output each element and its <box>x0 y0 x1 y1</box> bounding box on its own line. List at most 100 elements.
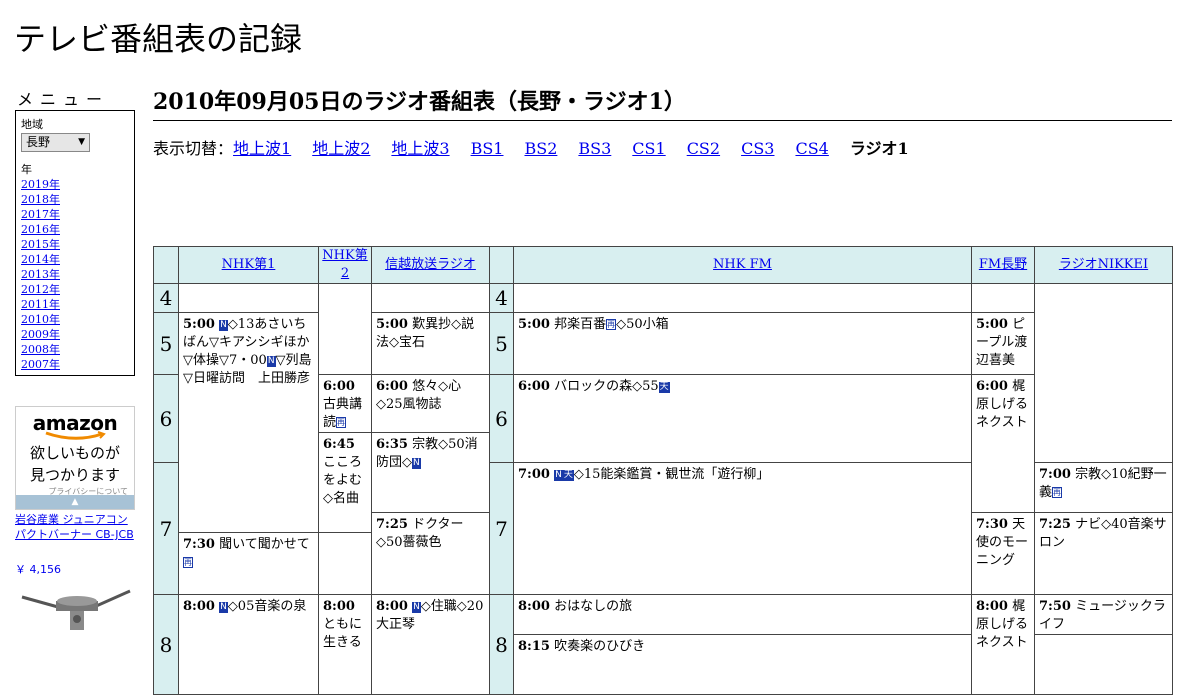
news-mark-icon: N <box>412 602 421 613</box>
switch-link-terrestrial-2[interactable]: 地上波2 <box>312 139 370 158</box>
program-cell[interactable]: 5:00 歎異抄◇説法◇宝石 <box>371 312 490 375</box>
program-cell[interactable]: 7:30 聞いて聞かせて再 <box>178 532 319 595</box>
program-cell[interactable]: 7:25 ナビ◇40音楽サロン <box>1034 512 1173 595</box>
channel-header-radio-nikkei[interactable]: ラジオNIKKEI <box>1034 246 1173 284</box>
year-link-2009[interactable]: 2009年 <box>21 327 134 342</box>
region-label: 地域 <box>21 118 43 131</box>
switch-link-terrestrial-3[interactable]: 地上波3 <box>391 139 449 158</box>
hour-cell: 4 <box>489 283 514 313</box>
year-link-2017[interactable]: 2017年 <box>21 207 134 222</box>
program-cell[interactable]: 7:30 天使のモーニング <box>971 512 1035 595</box>
menu-heading: メニュー <box>17 90 110 109</box>
year-link-2007[interactable]: 2007年 <box>21 357 134 372</box>
switch-link-cs3[interactable]: CS3 <box>741 139 774 158</box>
ad-scroll-bar[interactable]: ▲ <box>16 495 134 509</box>
hour-cell: 8 <box>153 594 179 695</box>
switch-link-bs1[interactable]: BS1 <box>471 139 504 158</box>
channel-link-nhk1[interactable]: NHK第1 <box>222 257 276 272</box>
program-cell[interactable]: 7:25 ドクター◇50薔薇色 <box>371 512 490 595</box>
year-link-2013[interactable]: 2013年 <box>21 267 134 282</box>
switch-link-terrestrial-1[interactable]: 地上波1 <box>233 139 291 158</box>
news-mark-icon: N <box>219 602 228 613</box>
switch-link-cs2[interactable]: CS2 <box>687 139 720 158</box>
channel-header-nhk-fm[interactable]: NHK FM <box>513 246 972 284</box>
program-title: ◇05音楽の泉 <box>227 599 307 614</box>
channel-link-nhk2[interactable]: NHK第2 <box>322 248 367 281</box>
year-link-2008[interactable]: 2008年 <box>21 342 134 357</box>
channel-link-fm-nagano[interactable]: FM長野 <box>979 257 1027 272</box>
year-link-2011[interactable]: 2011年 <box>21 297 134 312</box>
caret-up-icon: ▲ <box>71 497 79 507</box>
amazon-ad-banner[interactable]: amazon 欲しいものが 見つかります プライバシーについて ▲ <box>15 406 135 510</box>
program-cell[interactable]: 8:00 梶原しげるネクスト <box>971 594 1035 695</box>
year-link-2015[interactable]: 2015年 <box>21 237 134 252</box>
ad-tagline-2: 見つかります <box>29 466 120 484</box>
empty-cell <box>1034 634 1173 695</box>
program-time: 7:50 <box>1039 599 1071 614</box>
page-heading: 2010年09月05日のラジオ番組表（長野・ラジオ1） <box>153 84 1172 121</box>
program-time: 6:00 <box>518 379 550 394</box>
program-time: 6:45 <box>323 437 355 452</box>
switch-link-bs3[interactable]: BS3 <box>578 139 611 158</box>
empty-cell <box>971 283 1035 313</box>
hour-cell: 7 <box>489 462 514 595</box>
site-title: テレビ番組表の記録 <box>14 20 303 58</box>
switch-link-cs1[interactable]: CS1 <box>632 139 665 158</box>
program-time: 5:00 <box>376 317 408 332</box>
weather-mark-icon: 天 <box>562 470 574 481</box>
program-cell[interactable]: 8:00 ともに生きる <box>318 594 372 695</box>
program-cell[interactable]: 6:00 悠々◇心◇25風物誌 <box>371 374 490 433</box>
news-mark-icon: N <box>554 470 563 481</box>
empty-cell <box>513 283 972 313</box>
program-cell[interactable]: 6:00 梶原しげるネクスト <box>971 374 1035 513</box>
program-time: 7:30 <box>183 537 215 552</box>
program-time: 8:00 <box>376 599 408 614</box>
program-cell[interactable]: 5:00 ピープル渡辺喜美 <box>971 312 1035 375</box>
program-cell[interactable]: 6:45 こころをよむ◇名曲 <box>318 432 372 533</box>
channel-header-nhk1[interactable]: NHK第1 <box>178 246 319 284</box>
channel-link-nhk-fm[interactable]: NHK FM <box>713 257 772 272</box>
weather-mark-icon: 天 <box>658 382 670 393</box>
program-time: 8:00 <box>976 599 1008 614</box>
rerun-mark-icon: 再 <box>606 319 617 330</box>
channel-header-sbc[interactable]: 信越放送ラジオ <box>371 246 490 284</box>
program-cell[interactable]: 6:00 バロックの森◇55天 <box>513 374 972 463</box>
program-cell[interactable]: 6:35 宗教◇50消防団◇N <box>371 432 490 513</box>
year-link-2010[interactable]: 2010年 <box>21 312 134 327</box>
channel-link-radio-nikkei[interactable]: ラジオNIKKEI <box>1059 257 1148 272</box>
product-name-link[interactable]: 岩谷産業 ジュニアコンパクトバーナー CB-JCB <box>15 512 137 542</box>
switch-link-bs2[interactable]: BS2 <box>524 139 557 158</box>
program-cell[interactable]: 6:00 古典講読再 <box>318 374 372 433</box>
program-cell[interactable]: 8:15 吹奏楽のひびき <box>513 634 972 695</box>
channel-header-nhk2[interactable]: NHK第2 <box>318 246 372 284</box>
year-link-2018[interactable]: 2018年 <box>21 192 134 207</box>
year-link-2014[interactable]: 2014年 <box>21 252 134 267</box>
program-cell[interactable]: 5:00 邦楽百番再◇50小箱 <box>513 312 972 375</box>
program-title: ともに生きる <box>323 617 363 650</box>
program-cell[interactable]: 5:00 N◇13あさいちばん▽キアシシギほか▽体操▽7・00N▽列島▽日曜訪問… <box>178 312 319 533</box>
program-title: おはなしの旅 <box>554 599 633 614</box>
program-cell[interactable]: 8:00 N◇住職◇20大正琴 <box>371 594 490 695</box>
program-cell[interactable]: 8:00 おはなしの旅 <box>513 594 972 635</box>
ad-tagline-1: 欲しいものが <box>29 444 120 462</box>
program-cell[interactable]: 7:00 N 天◇15能楽鑑賞・観世流「遊行柳」 <box>513 462 972 595</box>
news-mark-icon: N <box>412 458 421 469</box>
switch-link-cs4[interactable]: CS4 <box>795 139 828 158</box>
rerun-mark-icon: 再 <box>183 557 193 568</box>
year-link-2019[interactable]: 2019年 <box>21 177 134 192</box>
burner-product-image[interactable] <box>18 583 134 630</box>
program-title: 聞いて聞かせて <box>219 537 310 552</box>
channel-link-sbc[interactable]: 信越放送ラジオ <box>385 257 476 272</box>
channel-header-fm-nagano[interactable]: FM長野 <box>971 246 1035 284</box>
program-cell[interactable]: 7:00 宗教◇10紀野一義再 <box>1034 462 1173 513</box>
empty-cell <box>371 283 490 313</box>
display-switcher: 表示切替：地上波1 地上波2 地上波3 BS1 BS2 BS3 CS1 CS2 CS3 CS4 ラジ… <box>153 135 930 159</box>
program-time: 8:15 <box>518 639 550 654</box>
program-time: 8:00 <box>183 599 215 614</box>
hour-cell: 5 <box>489 312 514 375</box>
program-cell[interactable]: 8:00 N◇05音楽の泉 <box>178 594 319 695</box>
year-link-2016[interactable]: 2016年 <box>21 222 134 237</box>
year-link-2012[interactable]: 2012年 <box>21 282 134 297</box>
region-select[interactable]: 長野 ▼ <box>21 133 90 152</box>
program-cell[interactable]: 7:50 ミュージックライフ <box>1034 594 1173 635</box>
